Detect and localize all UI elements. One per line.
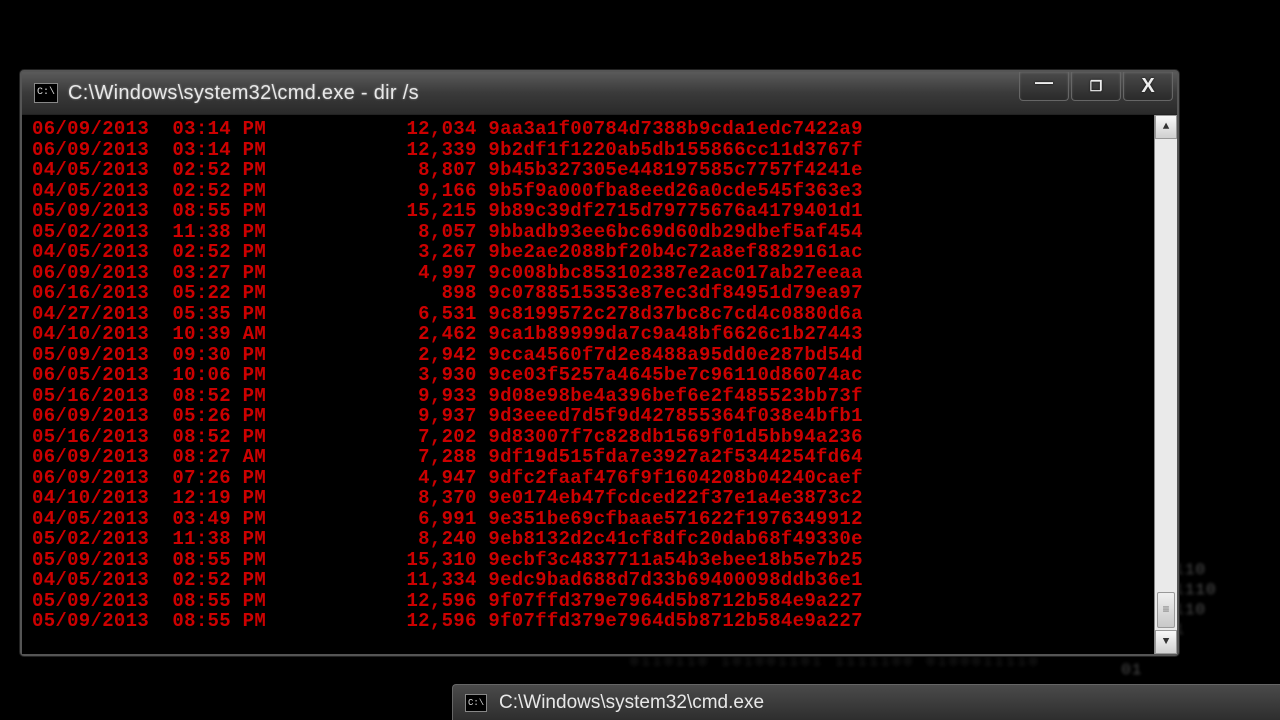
cmd-sysmenu-icon[interactable]: C:\ <box>34 83 58 103</box>
terminal-line: 04/05/2013 02:52 PM 11,334 9edc9bad688d7… <box>32 570 1154 591</box>
vertical-scrollbar[interactable]: ▲ ▼ <box>1154 115 1177 654</box>
terminal-line: 05/02/2013 11:38 PM 8,057 9bbadb93ee6bc6… <box>32 222 1154 243</box>
scrollbar-thumb[interactable] <box>1157 592 1175 628</box>
terminal-line: 04/05/2013 02:52 PM 3,267 9be2ae2088bf20… <box>32 242 1154 263</box>
window-title: C:\Windows\system32\cmd.exe - dir /s <box>68 82 419 105</box>
taskbar-item-cmd[interactable]: C:\ C:\Windows\system32\cmd.exe <box>452 684 1280 720</box>
terminal-line: 06/09/2013 03:27 PM 4,997 9c008bbc853102… <box>32 263 1154 284</box>
maximize-icon: ❐ <box>1090 78 1103 95</box>
terminal-line: 06/16/2013 05:22 PM 898 9c0788515353e87e… <box>32 283 1154 304</box>
client-area: 06/09/2013 03:14 PM 12,034 9aa3a1f00784d… <box>22 115 1177 654</box>
terminal-line: 04/05/2013 02:52 PM 9,166 9b5f9a000fba8e… <box>32 181 1154 202</box>
scroll-down-button[interactable]: ▼ <box>1155 630 1177 654</box>
taskbar-item-label: C:\Windows\system32\cmd.exe <box>499 692 764 714</box>
terminal-line: 05/09/2013 08:55 PM 12,596 9f07ffd379e79… <box>32 611 1154 632</box>
terminal-line: 05/09/2013 08:55 PM 15,310 9ecbf3c483771… <box>32 550 1154 571</box>
terminal-line: 05/09/2013 08:55 PM 15,215 9b89c39df2715… <box>32 201 1154 222</box>
terminal-line: 06/09/2013 03:14 PM 12,339 9b2df1f1220ab… <box>32 140 1154 161</box>
terminal-line: 04/10/2013 12:19 PM 8,370 9e0174eb47fcdc… <box>32 488 1154 509</box>
titlebar[interactable]: C:\ C:\Windows\system32\cmd.exe - dir /s… <box>22 72 1177 115</box>
terminal-line: 05/16/2013 08:52 PM 7,202 9d83007f7c828d… <box>32 427 1154 448</box>
terminal-line: 06/09/2013 05:26 PM 9,937 9d3eeed7d5f9d4… <box>32 406 1154 427</box>
terminal-line: 04/05/2013 02:52 PM 8,807 9b45b327305e44… <box>32 160 1154 181</box>
maximize-button[interactable]: ❐ <box>1071 72 1121 101</box>
cmd-taskbar-icon: C:\ <box>465 694 487 712</box>
terminal-line: 04/27/2013 05:35 PM 6,531 9c8199572c278d… <box>32 304 1154 325</box>
terminal-line: 05/09/2013 09:30 PM 2,942 9cca4560f7d2e8… <box>32 345 1154 366</box>
terminal-line: 06/09/2013 08:27 AM 7,288 9df19d515fda7e… <box>32 447 1154 468</box>
terminal-line: 05/09/2013 08:55 PM 12,596 9f07ffd379e79… <box>32 591 1154 612</box>
terminal-line: 06/09/2013 07:26 PM 4,947 9dfc2faaf476f9… <box>32 468 1154 489</box>
terminal-line: 06/05/2013 10:06 PM 3,930 9ce03f5257a464… <box>32 365 1154 386</box>
scrollbar-track[interactable] <box>1155 139 1177 630</box>
close-icon: X <box>1141 75 1154 98</box>
terminal-line: 05/16/2013 08:52 PM 9,933 9d08e98be4a396… <box>32 386 1154 407</box>
window-buttons: — ❐ X <box>1017 72 1173 100</box>
close-button[interactable]: X <box>1123 72 1173 101</box>
terminal-line: 04/05/2013 03:49 PM 6,991 9e351be69cfbaa… <box>32 509 1154 530</box>
minimize-icon: — <box>1035 72 1053 93</box>
background-noise-bottom: 0110110 101001101 1111100 0100011110 <box>630 654 1280 670</box>
minimize-button[interactable]: — <box>1019 72 1069 101</box>
terminal-line: 05/02/2013 11:38 PM 8,240 9eb8132d2c41cf… <box>32 529 1154 550</box>
terminal-line: 04/10/2013 10:39 AM 2,462 9ca1b89999da7c… <box>32 324 1154 345</box>
terminal-line: 06/09/2013 03:14 PM 12,034 9aa3a1f00784d… <box>32 119 1154 140</box>
terminal-output[interactable]: 06/09/2013 03:14 PM 12,034 9aa3a1f00784d… <box>22 115 1154 654</box>
cmd-window: C:\ C:\Windows\system32\cmd.exe - dir /s… <box>20 70 1179 656</box>
scroll-up-button[interactable]: ▲ <box>1155 115 1177 139</box>
